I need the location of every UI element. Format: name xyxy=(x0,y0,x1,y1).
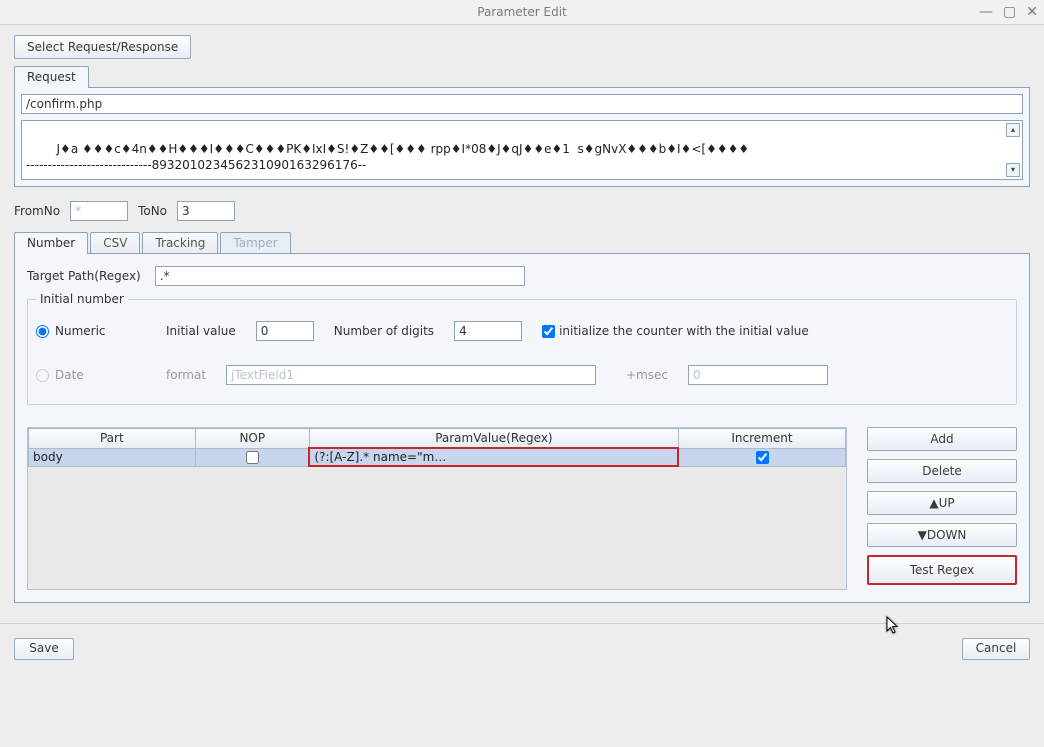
nop-checkbox[interactable] xyxy=(246,451,259,464)
titlebar: Parameter Edit — ▢ ✕ xyxy=(0,0,1044,25)
format-input xyxy=(226,365,596,385)
col-increment[interactable]: Increment xyxy=(678,429,845,449)
number-pane: Target Path(Regex) Initial number Numeri… xyxy=(14,253,1030,603)
cell-increment[interactable] xyxy=(678,448,845,466)
up-button[interactable]: ▲UP xyxy=(867,491,1017,515)
col-part[interactable]: Part xyxy=(29,429,196,449)
window-controls: — ▢ ✕ xyxy=(979,0,1038,24)
msec-input xyxy=(688,365,828,385)
table-row[interactable]: body (?:[A-Z].* name="m… xyxy=(29,448,846,466)
initial-value-input[interactable] xyxy=(256,321,314,341)
cell-paramvalue[interactable]: (?:[A-Z].* name="m… xyxy=(309,448,678,466)
date-label: Date xyxy=(55,368,84,382)
select-request-response-button[interactable]: Select Request/Response xyxy=(14,35,191,59)
scrollbar[interactable]: ▴ ▾ xyxy=(1006,123,1020,177)
window-title: Parameter Edit xyxy=(477,5,566,19)
date-radio xyxy=(36,369,49,382)
from-to-row: FromNo ToNo xyxy=(14,201,1030,221)
add-button[interactable]: Add xyxy=(867,427,1017,451)
tab-tracking[interactable]: Tracking xyxy=(142,232,218,254)
increment-checkbox[interactable] xyxy=(756,451,769,464)
init-counter-checkbox[interactable] xyxy=(542,325,555,338)
request-body-text: J♦a ♦♦♦c♦4n♦♦H♦♦♦I♦♦♦C♦♦♦PK♦IxI♦S!♦Z♦♦[♦… xyxy=(26,142,749,172)
numeric-label: Numeric xyxy=(55,324,106,338)
to-no-label: ToNo xyxy=(138,204,167,218)
tab-csv[interactable]: CSV xyxy=(90,232,140,254)
scroll-down-icon[interactable]: ▾ xyxy=(1006,163,1020,177)
init-counter-label: initialize the counter with the initial … xyxy=(559,324,809,338)
col-nop[interactable]: NOP xyxy=(195,429,309,449)
down-button[interactable]: ▼DOWN xyxy=(867,523,1017,547)
request-url-input[interactable] xyxy=(21,94,1023,114)
delete-button[interactable]: Delete xyxy=(867,459,1017,483)
msec-label: +msec xyxy=(626,368,668,382)
numeric-radio[interactable] xyxy=(36,325,49,338)
cell-part[interactable]: body xyxy=(29,448,196,466)
initial-number-fieldset: Initial number Numeric Initial value Num… xyxy=(27,292,1017,405)
to-no-input[interactable] xyxy=(177,201,235,221)
request-pane: J♦a ♦♦♦c♦4n♦♦H♦♦♦I♦♦♦C♦♦♦PK♦IxI♦S!♦Z♦♦[♦… xyxy=(14,87,1030,187)
from-no-input[interactable] xyxy=(70,201,128,221)
initial-number-legend: Initial number xyxy=(36,292,128,306)
minimize-icon[interactable]: — xyxy=(979,4,993,20)
initial-value-label: Initial value xyxy=(166,324,236,338)
digits-input[interactable] xyxy=(454,321,522,341)
cell-nop[interactable] xyxy=(195,448,309,466)
request-body-textarea[interactable]: J♦a ♦♦♦c♦4n♦♦H♦♦♦I♦♦♦C♦♦♦PK♦IxI♦S!♦Z♦♦[♦… xyxy=(21,120,1023,180)
from-no-label: FromNo xyxy=(14,204,60,218)
target-path-input[interactable] xyxy=(155,266,525,286)
tab-tamper: Tamper xyxy=(220,232,290,254)
param-table[interactable]: Part NOP ParamValue(Regex) Increment bod… xyxy=(27,427,847,590)
save-button[interactable]: Save xyxy=(14,638,74,660)
maximize-icon[interactable]: ▢ xyxy=(1003,4,1016,20)
target-path-label: Target Path(Regex) xyxy=(27,269,141,283)
digits-label: Number of digits xyxy=(334,324,434,338)
format-label: format xyxy=(166,368,206,382)
tab-request[interactable]: Request xyxy=(14,66,89,88)
test-regex-button[interactable]: Test Regex xyxy=(867,555,1017,585)
scroll-up-icon[interactable]: ▴ xyxy=(1006,123,1020,137)
close-icon[interactable]: ✕ xyxy=(1026,4,1038,20)
tab-number[interactable]: Number xyxy=(14,232,88,254)
col-paramvalue[interactable]: ParamValue(Regex) xyxy=(309,429,678,449)
cancel-button[interactable]: Cancel xyxy=(962,638,1030,660)
